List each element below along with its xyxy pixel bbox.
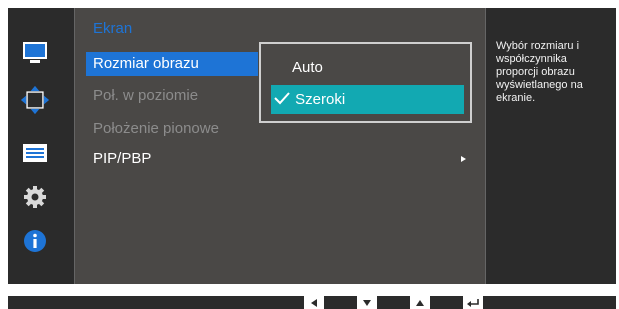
option-label: Szeroki	[295, 91, 346, 108]
menu-item-label: PIP/PBP	[93, 150, 152, 167]
picture-size-submenu: Auto Szeroki	[259, 42, 472, 123]
option-label: Auto	[292, 59, 323, 76]
option-auto[interactable]: Auto	[271, 53, 464, 82]
info-icon[interactable]	[20, 226, 50, 256]
menu-title: Ekran	[93, 20, 133, 37]
info-description: Wybór rozmiaru i współczynnika proporcji…	[496, 40, 583, 104]
enter-key[interactable]	[463, 296, 483, 309]
menu-item-pip-pbp[interactable]: PIP/PBP	[86, 147, 476, 171]
submenu-arrow-icon	[461, 156, 466, 162]
monitor-icon[interactable]	[20, 38, 50, 68]
check-icon	[274, 92, 290, 105]
left-arrow-key[interactable]	[304, 296, 324, 309]
menu-item-h-position: Poł. w poziomie	[93, 87, 199, 104]
option-wide[interactable]: Szeroki	[271, 85, 464, 114]
position-arrows-icon[interactable]	[20, 85, 50, 115]
gear-icon[interactable]	[20, 182, 50, 212]
settings-list-icon[interactable]	[20, 138, 50, 168]
menu-item-v-position: Położenie pionowe	[93, 120, 219, 137]
up-arrow-key[interactable]	[410, 296, 430, 309]
down-arrow-key[interactable]	[357, 296, 377, 309]
menu-item-picture-size[interactable]: Rozmiar obrazu	[86, 52, 258, 76]
